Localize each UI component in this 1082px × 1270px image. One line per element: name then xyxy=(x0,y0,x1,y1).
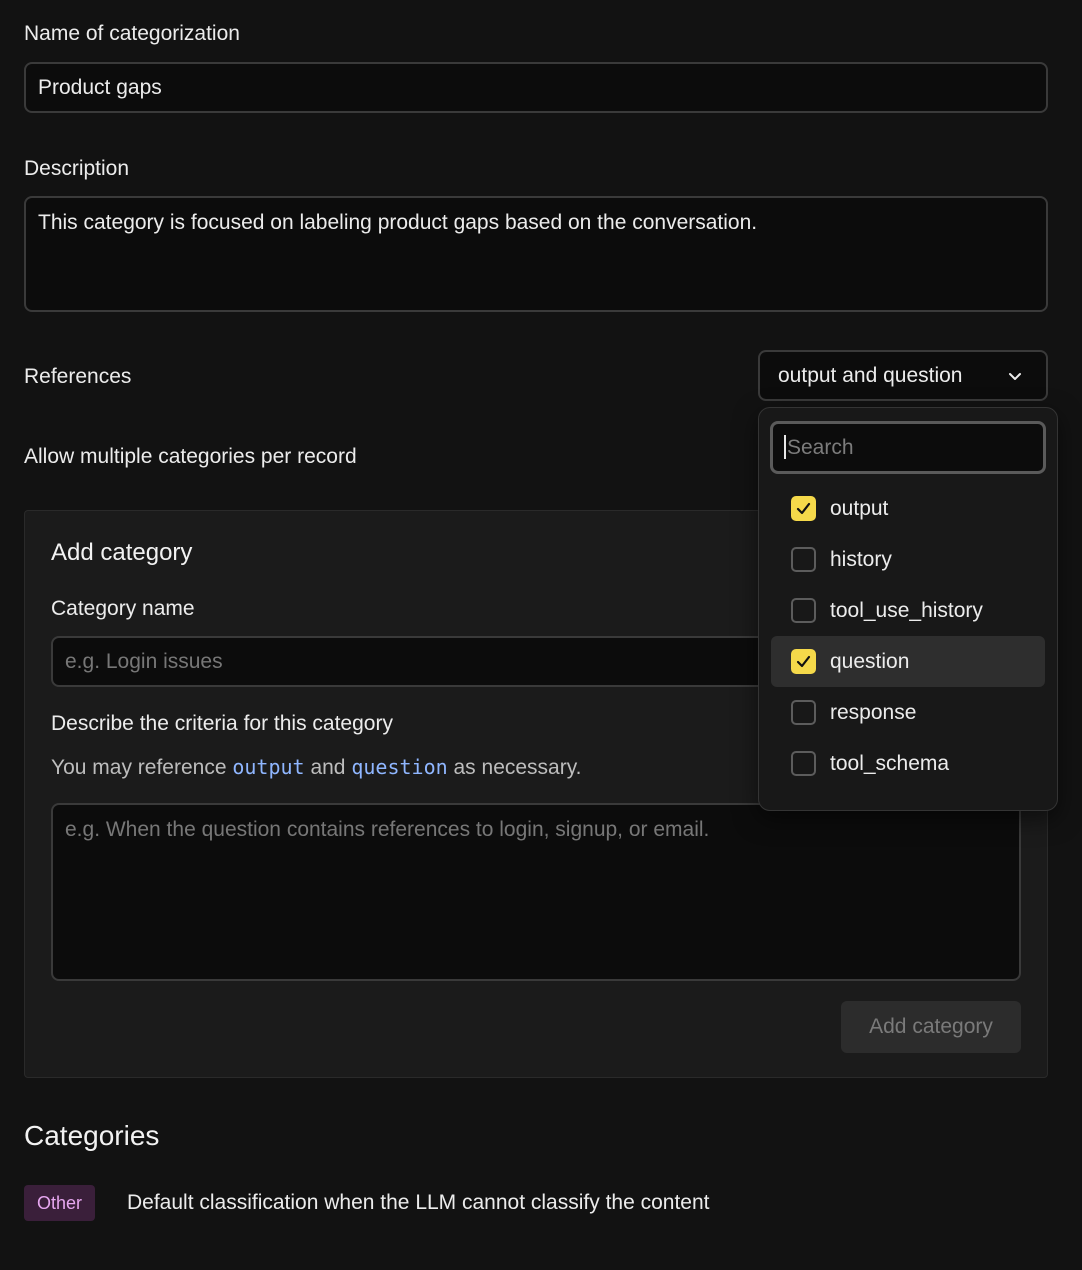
checkbox-checked-icon[interactable] xyxy=(791,649,816,674)
check-icon xyxy=(796,655,811,668)
check-icon xyxy=(796,502,811,515)
references-select-value: output and question xyxy=(778,363,963,387)
hint-and: and xyxy=(310,756,346,779)
checkbox-unchecked-icon[interactable] xyxy=(791,598,816,623)
dropdown-option-tool-use-history[interactable]: tool_use_history xyxy=(771,585,1045,636)
hint-ref-output: output xyxy=(232,755,305,779)
dropdown-option-output[interactable]: output xyxy=(771,483,1045,534)
search-placeholder: Search xyxy=(787,436,854,459)
criteria-textarea[interactable]: e.g. When the question contains referenc… xyxy=(51,803,1021,981)
dropdown-option-question[interactable]: question xyxy=(771,636,1045,687)
multi-category-label: Allow multiple categories per record xyxy=(24,445,357,468)
checkbox-unchecked-icon[interactable] xyxy=(791,751,816,776)
dropdown-option-tool-schema[interactable]: tool_schema xyxy=(771,738,1045,789)
references-label: References xyxy=(24,365,132,388)
option-label: output xyxy=(830,496,889,520)
hint-suffix: as necessary. xyxy=(453,756,582,779)
references-dropdown: Search output history tool_use_history q… xyxy=(758,407,1058,811)
description-textarea[interactable]: This category is focused on labeling pro… xyxy=(24,196,1048,312)
option-label: history xyxy=(830,547,892,571)
checkbox-checked-icon[interactable] xyxy=(791,496,816,521)
categorization-form: Name of categorization Product gaps Desc… xyxy=(0,0,1082,1270)
name-label: Name of categorization xyxy=(24,22,240,45)
description-label: Description xyxy=(24,157,130,180)
option-label: tool_schema xyxy=(830,751,950,775)
checkbox-unchecked-icon[interactable] xyxy=(791,547,816,572)
add-category-button[interactable]: Add category xyxy=(841,1001,1021,1053)
option-label: tool_use_history xyxy=(830,598,983,622)
category-name-label: Category name xyxy=(51,597,195,620)
hint-prefix: You may reference xyxy=(51,756,227,779)
name-input[interactable]: Product gaps xyxy=(24,62,1048,113)
option-label: question xyxy=(830,649,910,673)
dropdown-option-history[interactable]: history xyxy=(771,534,1045,585)
reference-hint: You may reference output and question as… xyxy=(51,755,582,780)
dropdown-search-input[interactable]: Search xyxy=(770,421,1046,474)
categories-title: Categories xyxy=(24,1120,160,1151)
option-label: response xyxy=(830,700,917,724)
hint-ref-question: question xyxy=(351,755,448,779)
category-description: Default classification when the LLM cann… xyxy=(127,1191,710,1214)
add-category-title: Add category xyxy=(51,539,193,566)
criteria-label: Describe the criteria for this category xyxy=(51,712,393,735)
category-badge-other[interactable]: Other xyxy=(24,1185,96,1221)
chevron-down-icon xyxy=(1009,372,1021,380)
references-select[interactable]: output and question xyxy=(758,350,1048,401)
text-caret xyxy=(784,434,786,459)
dropdown-option-response[interactable]: response xyxy=(771,687,1045,738)
checkbox-unchecked-icon[interactable] xyxy=(791,700,816,725)
